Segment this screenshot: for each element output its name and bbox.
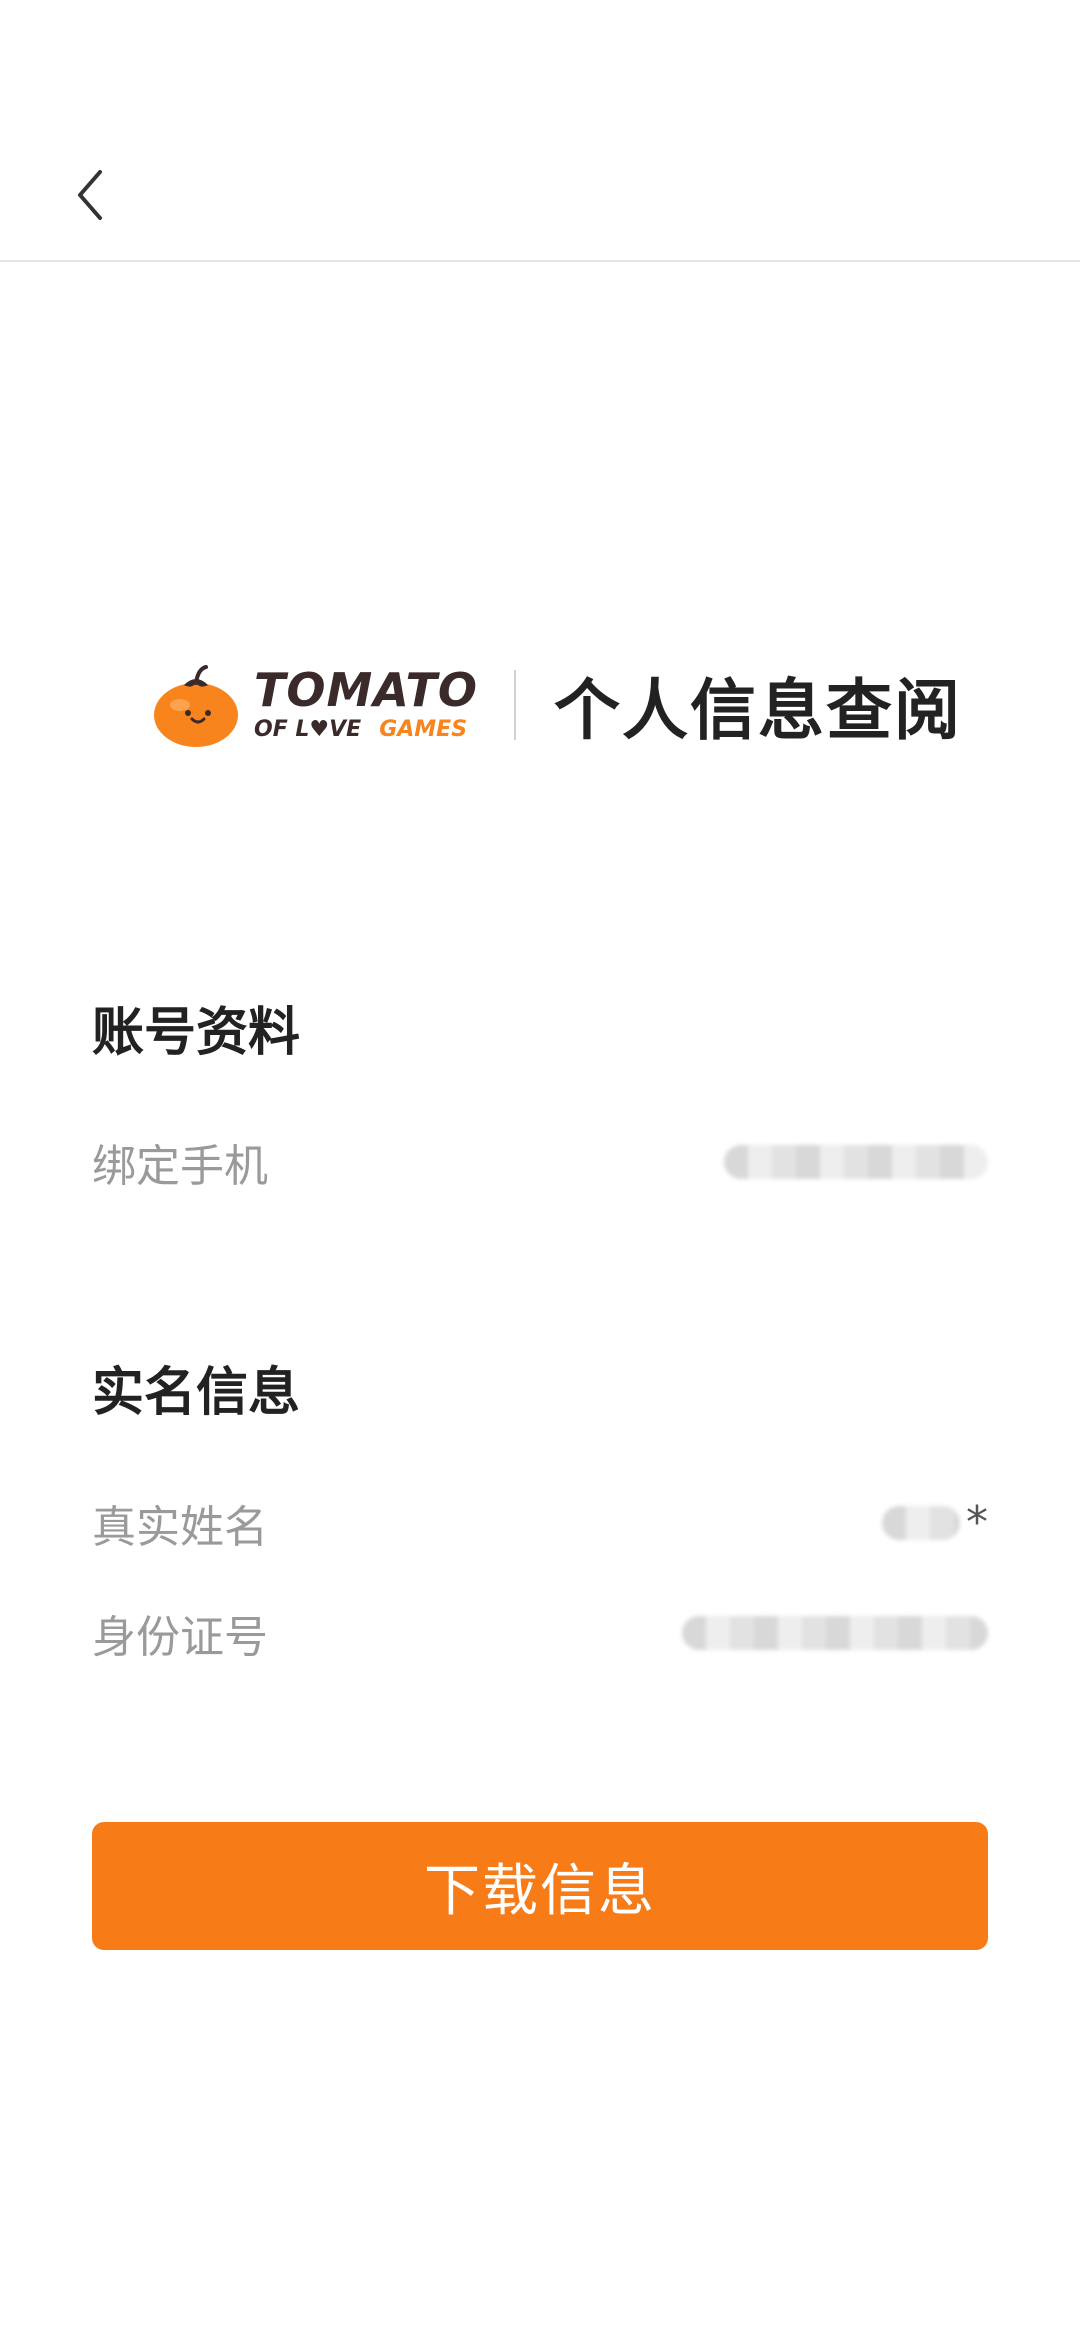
brand-sub-right: GAMES: [379, 717, 468, 742]
real-name-label: 真实姓名: [92, 1502, 268, 1553]
id-number-value: [682, 1613, 988, 1653]
download-info-button[interactable]: 下载信息: [92, 1822, 988, 1950]
bound-phone-value: [724, 1142, 988, 1182]
bound-phone-label: 绑定手机: [92, 1141, 268, 1192]
brand-divider: [513, 670, 516, 740]
redacted-id-number: [682, 1616, 988, 1650]
id-number-row: 身份证号: [92, 1598, 988, 1668]
brand-subtitle: OF L♥VE GAMES: [254, 717, 478, 743]
real-name-value: *: [882, 1497, 988, 1548]
realname-section-title: 实名信息: [92, 1363, 301, 1423]
tomato-logo-icon: [154, 665, 238, 747]
account-section-title: 账号资料: [92, 1003, 301, 1063]
brand-header: TOMATO OF L♥VE GAMES 个人信息查阅: [150, 650, 962, 760]
brand-name: TOMATO: [254, 663, 478, 717]
brand-wordmark: TOMATO OF L♥VE GAMES: [254, 667, 478, 743]
bound-phone-row: 绑定手机: [92, 1127, 988, 1197]
brand-sub-left: OF L♥VE: [254, 717, 362, 742]
redacted-name: [882, 1506, 960, 1540]
redacted-phone: [724, 1145, 988, 1179]
real-name-row: 真实姓名 *: [92, 1488, 988, 1558]
top-navigation-bar: [0, 0, 1080, 262]
id-number-label: 身份证号: [92, 1612, 268, 1663]
personal-info-screen: TOMATO OF L♥VE GAMES 个人信息查阅 账号资料 绑定手机 实名…: [0, 0, 1080, 2340]
back-button[interactable]: [60, 160, 120, 230]
real-name-suffix: *: [966, 1497, 988, 1548]
page-title: 个人信息查阅: [553, 672, 962, 749]
chevron-left-icon: [78, 170, 102, 220]
